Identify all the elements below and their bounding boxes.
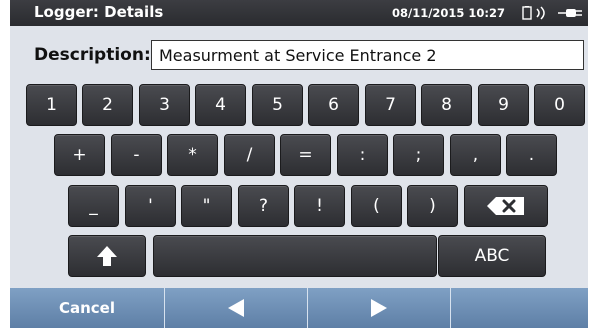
key-7[interactable]: 7 [365,84,416,126]
next-button[interactable] [308,288,450,328]
key-6[interactable]: 6 [308,84,359,126]
key-0[interactable]: 0 [534,84,585,126]
screen-title: Logger: Details [34,3,164,21]
battery-icon [522,6,532,20]
shift-key[interactable] [68,235,146,277]
key-5[interactable]: 5 [252,84,303,126]
key-close-paren[interactable]: ) [407,185,458,227]
backspace-icon [486,196,526,216]
right-arrow-icon [370,298,388,318]
description-label: Description: [34,45,151,65]
key-double-quote[interactable]: " [181,185,232,227]
key-4[interactable]: 4 [195,84,246,126]
backspace-key[interactable] [464,185,548,227]
key-2[interactable]: 2 [82,84,133,126]
key-exclamation[interactable]: ! [294,185,345,227]
cancel-button[interactable]: Cancel [10,288,164,328]
key-comma[interactable]: , [450,134,501,176]
space-bar[interactable] [153,235,437,277]
logger-details-screen: Logger: Details 08/11/2015 10:27 Descrip… [10,0,588,328]
key-underscore[interactable]: _ [68,185,119,227]
key-apostrophe[interactable]: ' [125,185,176,227]
title-bar: Logger: Details 08/11/2015 10:27 [10,0,588,26]
key-open-paren[interactable]: ( [351,185,402,227]
previous-button[interactable] [165,288,307,328]
key-slash[interactable]: / [224,134,275,176]
key-question-mark[interactable]: ? [238,185,289,227]
key-9[interactable]: 9 [478,84,529,126]
key-asterisk[interactable]: * [167,134,218,176]
key-1[interactable]: 1 [26,84,77,126]
key-equals[interactable]: = [280,134,331,176]
softkey-bar: Cancel [10,288,588,328]
blank-softkey[interactable] [451,288,588,328]
abc-key[interactable]: ABC [438,235,546,277]
key-8[interactable]: 8 [421,84,472,126]
date-time: 08/11/2015 10:27 [392,6,506,20]
key-plus[interactable]: + [54,134,105,176]
power-plug-icon [558,7,586,19]
key-3[interactable]: 3 [139,84,190,126]
key-semicolon[interactable]: ; [393,134,444,176]
key-minus[interactable]: - [111,134,162,176]
status-icons [522,4,588,22]
key-colon[interactable]: : [337,134,388,176]
left-arrow-icon [227,298,245,318]
shift-up-arrow-icon [96,245,118,267]
wireless-icon [535,5,549,21]
key-period[interactable]: . [506,134,557,176]
description-input[interactable]: Measurment at Service Entrance 2 [151,40,584,70]
